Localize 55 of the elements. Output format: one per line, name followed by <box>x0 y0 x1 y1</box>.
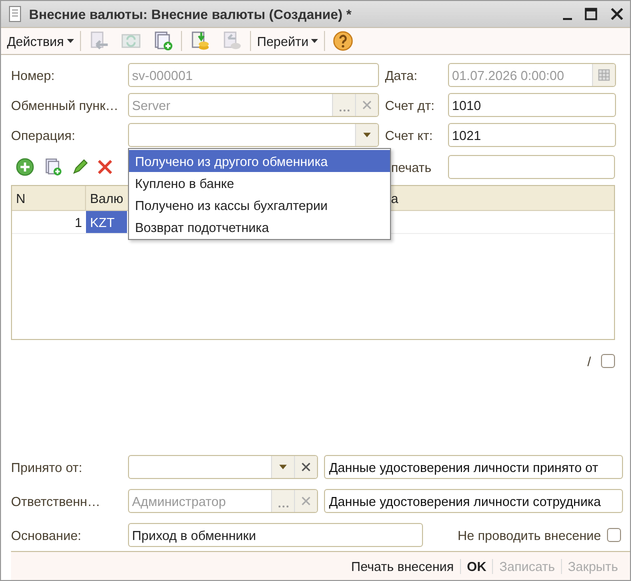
checkbox[interactable] <box>607 528 621 542</box>
window-title: Внесние валюты: Внесние валюты (Создание) * <box>29 6 353 22</box>
caret-icon <box>66 39 74 43</box>
copy-icon <box>152 31 173 51</box>
menu-button[interactable]: Действия <box>5 32 76 50</box>
clear-icon <box>300 495 312 507</box>
document-icon <box>7 5 23 23</box>
dropdown-option[interactable]: Возврат подотчетника <box>129 216 390 238</box>
back-icon <box>88 31 109 51</box>
field-label: Номер: <box>11 68 56 82</box>
field-label: печать <box>391 160 432 174</box>
dropdown-button[interactable] <box>271 456 294 478</box>
add-button[interactable] <box>13 156 37 178</box>
plus-icon <box>16 158 34 176</box>
field-label: Основание: <box>11 528 82 542</box>
field-label: Счет кт: <box>385 128 434 142</box>
basis-field[interactable]: Приход в обменники <box>128 523 423 547</box>
help-icon <box>333 31 354 51</box>
menu-button[interactable]: Перейти <box>254 32 320 50</box>
table-cell[interactable]: KZT <box>86 211 127 233</box>
clear-button[interactable] <box>294 456 317 478</box>
copy-icon <box>44 158 62 176</box>
delete-icon <box>98 160 112 174</box>
maximize-icon <box>584 7 598 21</box>
checkbox[interactable] <box>601 354 615 368</box>
delete-button[interactable] <box>95 158 115 176</box>
id-data-button[interactable]: Данные удостоверения личности принято от <box>324 455 623 479</box>
refresh-icon <box>120 31 141 51</box>
field-label: Обменный пунк… <box>11 98 120 112</box>
account-field[interactable]: 1021 <box>448 123 616 147</box>
dots-icon <box>278 504 288 508</box>
column-header: а <box>390 190 400 208</box>
field-label: Ответственн… <box>11 494 102 508</box>
caret-icon <box>311 39 318 43</box>
checkbox-label: Не проводить внесение <box>458 528 601 542</box>
field-label: Счет дт: <box>385 98 436 112</box>
close-icon <box>610 7 624 21</box>
field-label: Операция: <box>11 128 76 142</box>
calendar-icon <box>597 68 611 82</box>
accepted-from-field[interactable] <box>128 455 318 479</box>
pencil-icon <box>72 159 88 175</box>
checkbox-label: / <box>587 354 591 368</box>
print-link[interactable]: Печать внесения <box>345 558 461 574</box>
clear-icon <box>361 99 373 111</box>
footer-button[interactable]: OK <box>460 558 494 574</box>
column-header: N <box>12 186 86 210</box>
field-label: Принято от: <box>11 460 84 474</box>
table-cell-text: 1 <box>74 214 83 232</box>
account-field[interactable]: 1010 <box>448 93 616 117</box>
clear-icon <box>300 461 312 473</box>
print-field[interactable] <box>448 155 615 179</box>
field-label: Дата: <box>385 68 418 82</box>
dropdown-button[interactable] <box>355 124 378 146</box>
dots-icon <box>338 108 350 112</box>
dropdown-option[interactable]: Получено из другого обменника <box>129 150 390 172</box>
